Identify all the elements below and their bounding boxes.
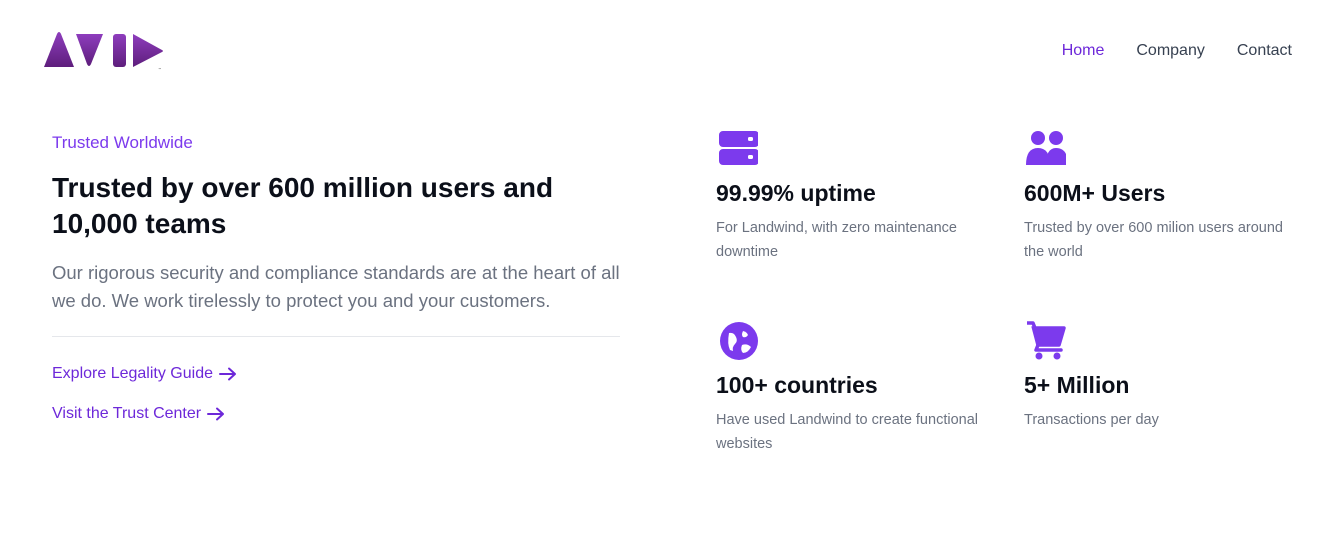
stat-description: Trusted by over 600 milion users around …	[1024, 220, 1283, 260]
server-icon	[719, 131, 758, 165]
stat-users: 600M+ Users Trusted by over 600 milion u…	[1024, 128, 1294, 264]
stat-countries: 100+ countries Have used Landwind to cre…	[716, 320, 986, 456]
stat-description: For Landwind, with zero maintenance down…	[716, 220, 957, 260]
nav-home[interactable]: Home	[1062, 41, 1105, 61]
stat-title: 600M+ Users	[1024, 180, 1166, 206]
main-nav: Home Company Contact	[1062, 41, 1292, 61]
lead-paragraph: Our rigorous security and compliance sta…	[52, 262, 620, 311]
cart-icon	[1027, 321, 1066, 360]
stat-uptime: 99.99% uptime For Landwind, with zero ma…	[716, 128, 986, 264]
visit-trust-center-link[interactable]: Visit the Trust Center	[52, 404, 225, 424]
stat-description: Have used Landwind to create functional …	[716, 412, 978, 452]
stat-title: 99.99% uptime	[716, 180, 876, 206]
users-icon	[1026, 131, 1066, 165]
stat-title: 100+ countries	[716, 372, 878, 398]
stat-title: 5+ Million	[1024, 372, 1130, 398]
globe-icon	[720, 322, 758, 360]
explore-legality-guide-link[interactable]: Explore Legality Guide	[52, 364, 237, 384]
link-label: Explore Legality Guide	[52, 365, 213, 382]
avid-logo[interactable]: ™	[43, 30, 167, 72]
eyebrow-label: Trusted Worldwide	[52, 133, 193, 152]
stat-description: Transactions per day	[1024, 412, 1159, 428]
arrow-right-icon	[218, 367, 236, 381]
arrow-right-icon	[207, 407, 225, 421]
svg-text:™: ™	[158, 67, 162, 72]
nav-company[interactable]: Company	[1136, 41, 1204, 61]
divider	[52, 336, 620, 337]
page-title: Trusted by over 600 million users and 10…	[52, 172, 554, 239]
link-label: Visit the Trust Center	[52, 405, 202, 422]
stat-transactions: 5+ Million Transactions per day	[1024, 320, 1294, 432]
nav-contact[interactable]: Contact	[1237, 41, 1292, 61]
